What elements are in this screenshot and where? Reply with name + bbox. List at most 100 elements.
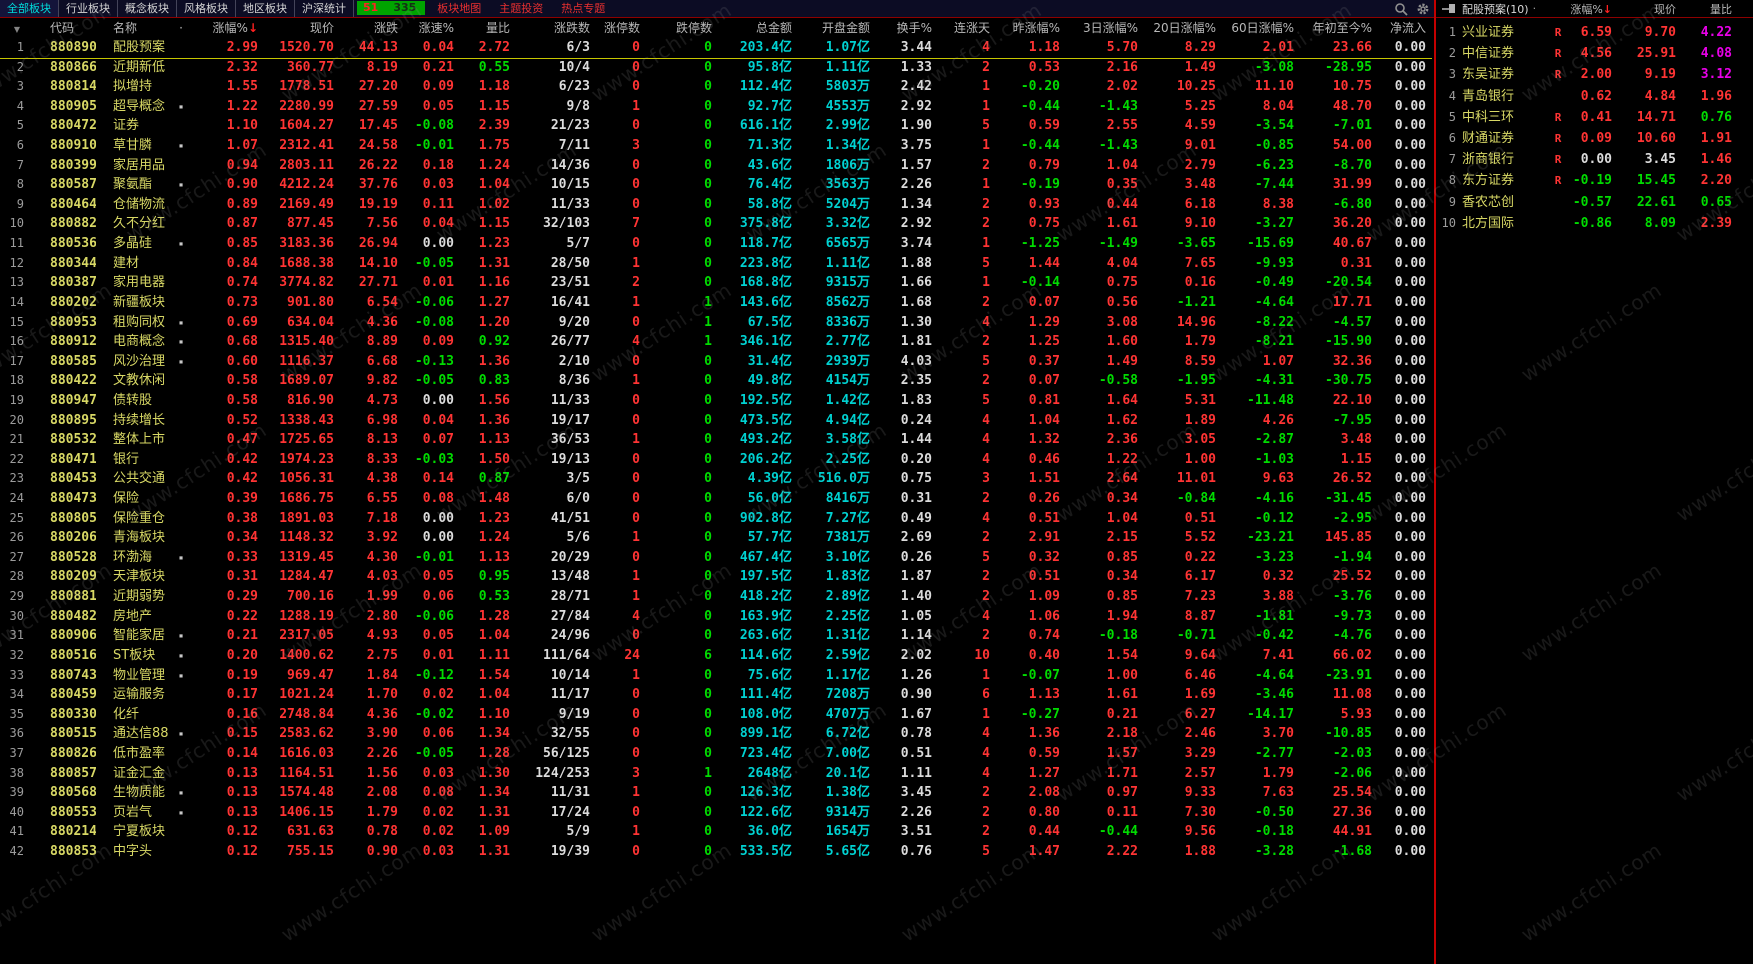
sector-row[interactable]: 13 880387 家用电器 0.74 3774.82 27.71 0.01 1.16 23/5…: [0, 273, 1432, 293]
sector-row[interactable]: 25 880805 保险重仓 0.38 1891.03 7.18 0.00 1.23 41/51…: [0, 509, 1432, 529]
sector-row[interactable]: 36 880515 通达信88 ▪ 0.15 2583.62 3.90 0.06 1.34 32/…: [0, 724, 1432, 744]
sector-row[interactable]: 9 880464 仓储物流 0.89 2169.49 19.19 0.11 1.02 11/33…: [0, 195, 1432, 215]
sector-row[interactable]: 7 880399 家居用品 0.94 2803.11 26.22 0.18 1.24 14/36…: [0, 156, 1432, 176]
stock-row[interactable]: 3 东吴证券 R 2.00 9.19 3.12: [1436, 64, 1753, 85]
sector-row[interactable]: 28 880209 天津板块 0.31 1284.47 4.03 0.05 0.95 13/48…: [0, 567, 1432, 587]
column-header-total-amount[interactable]: 总金额: [718, 19, 798, 38]
cell-code: 880553: [50, 804, 96, 820]
sector-row[interactable]: 5 880472 证券 1.10 1604.27 17.45 -0.08 2.39 21/23 0…: [0, 116, 1432, 136]
column-header-limit-down-count[interactable]: 跌停数: [646, 19, 718, 38]
filter-triangle-icon[interactable]: ▼: [14, 25, 20, 34]
column-header-prev-change-pct[interactable]: 昨涨幅%: [996, 19, 1066, 38]
sector-row[interactable]: 41 880214 宁夏板块 0.12 631.63 0.78 0.02 1.09 5/9 1 0 3…: [0, 822, 1432, 842]
sector-row[interactable]: 2 880866 近期新低 2.32 360.77 8.19 0.21 0.55 10/4 0 0 9…: [0, 58, 1432, 78]
column-header-updown-count[interactable]: 涨跌数: [516, 19, 596, 38]
sector-row[interactable]: 22 880471 银行 0.42 1974.23 8.33 -0.03 1.50 19/13 0…: [0, 450, 1432, 470]
sector-row[interactable]: 32 880516 ST板块 ▪ 0.20 1400.62 2.75 0.01 1.11 111/…: [0, 646, 1432, 666]
column-header-change-pct[interactable]: 涨幅%↓: [188, 19, 264, 38]
stock-row[interactable]: 1 兴业证券 R 6.59 9.70 4.22: [1436, 22, 1753, 43]
menu-hot-topics[interactable]: 热点专题: [552, 0, 614, 17]
tab-industry-sectors[interactable]: 行业板块: [59, 0, 118, 17]
column-header-volume-ratio[interactable]: 量比: [460, 19, 516, 38]
right-panel-title[interactable]: 配股预案(10): [1462, 1, 1529, 17]
column-header-change[interactable]: 涨跌: [340, 19, 404, 38]
sector-row[interactable]: 6 880910 草甘膦 ▪ 1.07 2312.41 24.58 -0.01 1.75 7/11…: [0, 136, 1432, 156]
sector-row[interactable]: 11 880536 多晶硅 ▪ 0.85 3183.36 26.94 0.00 1.23 5/7 0…: [0, 234, 1432, 254]
sector-row[interactable]: 27 880528 环渤海 ▪ 0.33 1319.45 4.30 -0.01 1.13 20/2…: [0, 548, 1432, 568]
cell-change-20d-pct: 10.25: [1176, 79, 1216, 95]
sector-row[interactable]: 8 880587 聚氨酯 ▪ 0.90 4212.24 37.76 0.03 1.04 10/15…: [0, 175, 1432, 195]
column-header-change-20d-pct[interactable]: 20日涨幅%: [1144, 19, 1222, 38]
sector-row[interactable]: 4 880905 超导概念 ▪ 1.22 2280.99 27.59 0.05 1.15 9/8 1…: [0, 97, 1432, 117]
sector-row[interactable]: 26 880206 青海板块 0.34 1148.32 3.92 0.00 1.24 5/6 1 0…: [0, 528, 1432, 548]
rp-column-header-price[interactable]: 现价: [1618, 1, 1682, 17]
sector-row[interactable]: 18 880422 文教休闲 0.58 1689.07 9.82 -0.05 0.83 8/36…: [0, 371, 1432, 391]
sector-row[interactable]: 12 880344 建材 0.84 1688.38 14.10 -0.05 1.31 28/50…: [0, 254, 1432, 274]
column-header-speed-pct[interactable]: 涨速%: [404, 19, 460, 38]
cell-volume-ratio: 1.10: [478, 706, 510, 722]
cell-net-inflow: 0.00: [1394, 608, 1426, 624]
menu-sector-map[interactable]: 板块地图: [428, 0, 490, 17]
column-header-change-60d-pct[interactable]: 60日涨幅%: [1222, 19, 1300, 38]
sector-row[interactable]: 23 880453 公共交通 0.42 1056.31 4.38 0.14 0.87 3/5 0 0…: [0, 469, 1432, 489]
cell-speed-pct: -0.08: [414, 314, 454, 330]
sector-row[interactable]: 10 880882 久不分红 0.87 877.45 7.56 0.04 1.15 32/103…: [0, 214, 1432, 234]
sector-row[interactable]: 38 880857 证金汇金 0.13 1164.51 1.56 0.03 1.30 124/2…: [0, 764, 1432, 784]
sector-row[interactable]: 34 880459 运输服务 0.17 1021.24 1.70 0.02 1.04 11/17…: [0, 685, 1432, 705]
sector-row[interactable]: 14 880202 新疆板块 0.73 901.80 6.54 -0.06 1.27 16/41…: [0, 293, 1432, 313]
column-header-ytd-pct[interactable]: 年初至今%: [1300, 19, 1378, 38]
column-header-marker[interactable]: ·: [174, 19, 188, 38]
sector-row[interactable]: 16 880912 电商概念 ▪ 0.68 1315.40 8.89 0.09 0.92 26/7…: [0, 332, 1432, 352]
tab-concept-sectors[interactable]: 概念板块: [118, 0, 177, 17]
column-header-price[interactable]: 现价: [264, 19, 340, 38]
pin-icon[interactable]: [1442, 3, 1457, 14]
stock-row[interactable]: 2 中信证券 R 4.56 25.91 4.08: [1436, 43, 1753, 64]
stock-row[interactable]: 10 北方国际 -0.86 8.09 2.39: [1436, 213, 1753, 234]
tab-hs-statistics[interactable]: 沪深统计: [295, 0, 354, 17]
stock-row[interactable]: 6 财通证券 R 0.09 10.60 1.91: [1436, 128, 1753, 149]
tab-style-sectors[interactable]: 风格板块: [177, 0, 236, 17]
advance-decline-badge[interactable]: 51 335: [357, 1, 426, 15]
column-header-net-inflow[interactable]: 净流入: [1378, 19, 1432, 38]
sector-row[interactable]: 19 880947 债转股 0.58 816.90 4.73 0.00 1.56 11/33 0 0…: [0, 391, 1432, 411]
stock-row[interactable]: 4 青岛银行 0.62 4.84 1.96: [1436, 86, 1753, 107]
sector-row[interactable]: 24 880473 保险 0.39 1686.75 6.55 0.08 1.48 6/0 0 0 56…: [0, 489, 1432, 509]
sector-row[interactable]: 35 880330 化纤 0.16 2748.84 4.36 -0.02 1.10 9/19 0 0…: [0, 705, 1432, 725]
sector-row[interactable]: 42 880853 中字头 0.12 755.15 0.90 0.03 1.31 19/39 0 0…: [0, 842, 1432, 862]
sector-row[interactable]: 1 880890 配股预案 2.99 1520.70 44.13 0.04 2.72 6/3 0 0…: [0, 38, 1432, 58]
column-header-turnover-pct[interactable]: 换手%: [876, 19, 938, 38]
rp-column-header-volume-ratio[interactable]: 量比: [1682, 1, 1738, 17]
sector-row[interactable]: 40 880553 页岩气 ▪ 0.13 1406.15 1.79 0.02 1.31 17/24…: [0, 803, 1432, 823]
column-header-code[interactable]: 代码: [34, 19, 96, 38]
column-header-limit-up-count[interactable]: 涨停数: [596, 19, 646, 38]
column-header-open-amount[interactable]: 开盘金额: [798, 19, 876, 38]
sector-row[interactable]: 21 880532 整体上市 0.47 1725.65 8.13 0.07 1.13 36/53…: [0, 430, 1432, 450]
sector-row[interactable]: 17 880585 风沙治理 ▪ 0.60 1116.37 6.68 -0.13 1.36 2/1…: [0, 352, 1432, 372]
tab-all-sectors[interactable]: 全部板块: [0, 0, 59, 17]
gear-icon[interactable]: [1412, 0, 1434, 17]
stock-row[interactable]: 8 东方证券 R -0.19 15.45 2.20: [1436, 170, 1753, 191]
sector-row[interactable]: 20 880895 持续增长 0.52 1338.43 6.98 0.04 1.36 19/17…: [0, 411, 1432, 431]
menu-theme-investment[interactable]: 主题投资: [490, 0, 552, 17]
cell-change-3d-pct: 1.54: [1106, 647, 1138, 663]
cell-speed-pct: 0.05: [422, 628, 454, 644]
stock-row[interactable]: 7 浙商银行 R 0.00 3.45 1.46: [1436, 149, 1753, 170]
sector-row[interactable]: 30 880482 房地产 0.22 1288.19 2.80 -0.06 1.28 27/84…: [0, 607, 1432, 627]
search-icon[interactable]: [1390, 0, 1412, 17]
rp-column-header-change-pct[interactable]: 涨幅%↓: [1568, 1, 1618, 17]
cell-change-pct: 1.07: [226, 138, 258, 154]
sector-row[interactable]: 37 880826 低市盈率 0.14 1616.03 2.26 -0.05 1.28 56/1…: [0, 744, 1432, 764]
sector-row[interactable]: 29 880881 近期弱势 0.29 700.16 1.99 0.06 0.53 28/71 1…: [0, 587, 1432, 607]
stock-row[interactable]: 9 香农芯创 -0.57 22.61 0.65: [1436, 192, 1753, 213]
sector-row[interactable]: 15 880953 租购同权 ▪ 0.69 634.04 4.36 -0.08 1.20 9/20…: [0, 313, 1432, 333]
column-header-name[interactable]: 名称: [96, 19, 174, 38]
stock-row[interactable]: 5 中科三环 R 0.41 14.71 0.76: [1436, 107, 1753, 128]
column-header-change-3d-pct[interactable]: 3日涨幅%: [1066, 19, 1144, 38]
sector-row[interactable]: 39 880568 生物质能 ▪ 0.13 1574.48 2.08 0.08 1.34 11/3…: [0, 783, 1432, 803]
sector-row[interactable]: 3 880814 拟增持 1.55 1778.51 27.20 0.09 1.18 6/23 0 0…: [0, 77, 1432, 97]
cell-open-amount: 2.99亿: [825, 118, 870, 134]
sector-row[interactable]: 31 880906 智能家居 ▪ 0.21 2317.05 4.93 0.05 1.04 24/9…: [0, 626, 1432, 646]
column-header-consecutive-up-days[interactable]: 连涨天: [938, 19, 996, 38]
sector-row[interactable]: 33 880743 物业管理 ▪ 0.19 969.47 1.84 -0.12 1.54 10/1…: [0, 666, 1432, 686]
tab-region-sectors[interactable]: 地区板块: [236, 0, 295, 17]
